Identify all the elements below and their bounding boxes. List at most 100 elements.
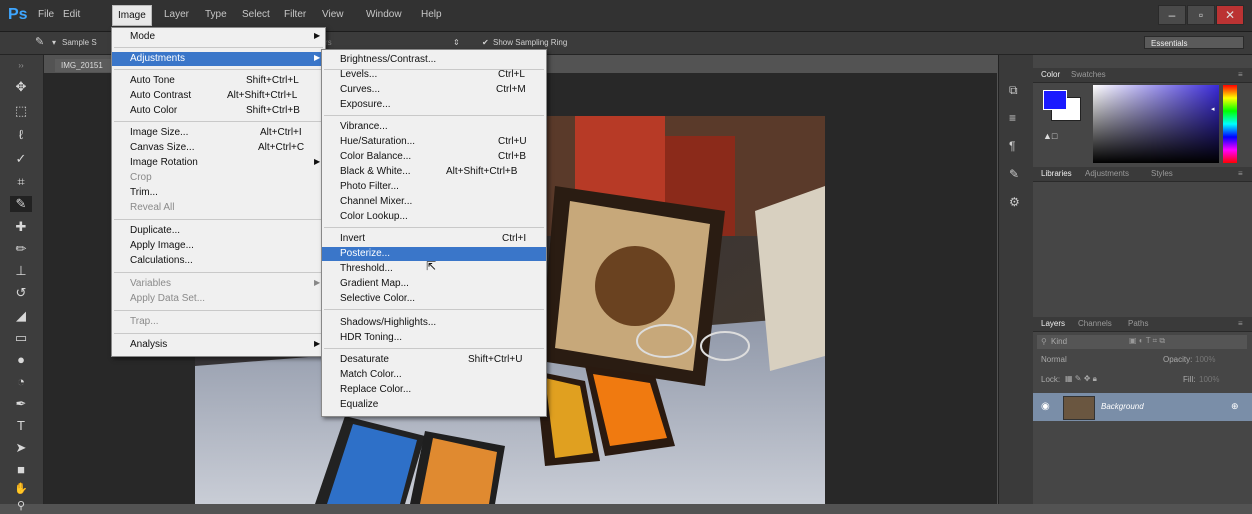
pen-tool-icon[interactable]: ✒ [10,396,32,412]
path-selection-tool-icon[interactable]: ➤ [10,440,32,456]
character-panel-icon[interactable]: ¶ [1009,139,1015,153]
layer-name[interactable]: Background [1101,402,1144,411]
menu-item-color-lookup[interactable]: Color Lookup... [322,210,546,224]
dodge-tool-icon[interactable]: ◔ [10,374,32,390]
menu-item-color-balance[interactable]: Color Balance... Ctrl+B [322,150,546,164]
menu-item-image-size[interactable]: Image Size... Alt+Ctrl+I [112,126,325,140]
menu-layer[interactable]: Layer [164,9,189,20]
crop-tool-icon[interactable]: ⌗ [10,174,32,190]
lasso-tool-icon[interactable]: ℓ [10,127,32,143]
workspace-select[interactable]: Essentials [1144,36,1244,49]
tab-paths[interactable]: Paths [1128,319,1148,328]
sample-size-label[interactable]: Sample S [62,38,97,47]
tab-adjustments[interactable]: Adjustments [1085,169,1129,178]
blend-mode-select[interactable]: Normal [1041,355,1067,364]
menu-item-apply-image[interactable]: Apply Image... [112,239,325,253]
menu-select[interactable]: Select [242,9,270,20]
menu-file[interactable]: File [38,9,54,20]
menu-view[interactable]: View [322,9,344,20]
tab-styles[interactable]: Styles [1151,169,1173,178]
panel-menu-icon[interactable]: ≡ [1238,70,1243,79]
menu-type[interactable]: Type [205,9,227,20]
tab-libraries[interactable]: Libraries [1041,169,1072,178]
gradient-tool-icon[interactable]: ▭ [10,330,32,346]
menu-item-invert[interactable]: Invert Ctrl+I [322,232,546,246]
visibility-eye-icon[interactable]: ◉ [1041,401,1050,412]
menu-image[interactable]: Image [112,5,152,26]
tool-preset-chevron-icon[interactable]: ▾ [52,38,56,47]
menu-item-selective-color[interactable]: Selective Color... [322,292,546,306]
menu-item-variables[interactable]: Variables ▶ [112,277,325,291]
menu-item-apply-data-set[interactable]: Apply Data Set... [112,292,325,306]
lock-icons[interactable]: ▦ ✎ ✥ 🔒︎ [1065,374,1097,384]
clone-stamp-tool-icon[interactable]: ⊥ [10,263,32,279]
menu-item-crop[interactable]: Crop [112,171,325,185]
checkbox-checked-icon[interactable]: ✔ [482,38,489,47]
menu-item-auto-color[interactable]: Auto Color Shift+Ctrl+B [112,104,325,118]
sample-select-tail[interactable]: rs [325,38,332,47]
menu-item-shadows-highlights[interactable]: Shadows/Highlights... [322,316,546,330]
menu-item-vibrance[interactable]: Vibrance... [322,120,546,134]
menu-item-threshold[interactable]: Threshold... ⇱ [322,259,546,276]
brush-tool-icon[interactable]: ✏ [10,241,32,257]
menu-item-replace-color[interactable]: Replace Color... [322,383,546,397]
menu-item-reveal-all[interactable]: Reveal All [112,201,325,215]
menu-item-duplicate[interactable]: Duplicate... [112,224,325,238]
quick-selection-tool-icon[interactable]: ✓ [10,151,32,167]
menu-item-adjustments[interactable]: Adjustments ▶ [112,52,325,66]
menu-item-mode[interactable]: Mode ▶ [112,30,325,44]
move-tool-icon[interactable]: ✥ [10,79,32,95]
menu-filter[interactable]: Filter [284,9,306,20]
healing-brush-tool-icon[interactable]: ✚ [10,219,32,235]
marquee-tool-icon[interactable]: ⬚ [10,103,32,119]
eraser-tool-icon[interactable]: ◢ [10,308,32,324]
close-icon[interactable]: ✕ [1216,5,1244,25]
menu-item-desaturate[interactable]: Desaturate Shift+Ctrl+U [322,353,546,367]
menu-item-auto-tone[interactable]: Auto Tone Shift+Ctrl+L [112,74,325,88]
menu-item-trim[interactable]: Trim... [112,186,325,200]
menu-item-match-color[interactable]: Match Color... [322,368,546,382]
tab-channels[interactable]: Channels [1078,319,1112,328]
menu-item-calculations[interactable]: Calculations... [112,254,325,268]
minimize-icon[interactable]: – [1158,5,1186,25]
tab-layers[interactable]: Layers [1041,319,1065,328]
menu-item-channel-mixer[interactable]: Channel Mixer... [322,195,546,209]
history-brush-tool-icon[interactable]: ↺ [10,285,32,301]
menu-item-photo-filter[interactable]: Photo Filter... [322,180,546,194]
menu-item-canvas-size[interactable]: Canvas Size... Alt+Ctrl+C [112,141,325,155]
eyedropper-tool-icon[interactable]: ✎ [10,196,32,212]
menu-item-image-rotation[interactable]: Image Rotation ▶ [112,156,325,170]
panel-menu-icon[interactable]: ≡ [1238,169,1243,178]
tab-color[interactable]: Color [1041,70,1060,79]
filter-icons[interactable]: ▣ ◐ T ⌗ ⧉ [1129,336,1165,346]
rectangle-tool-icon[interactable]: ■ [10,462,32,478]
collapse-icon[interactable]: ›› [10,58,32,74]
fill-value[interactable]: 100% [1199,375,1219,384]
menu-item-equalize[interactable]: Equalize [322,398,546,412]
menu-item-auto-contrast[interactable]: Auto Contrast Alt+Shift+Ctrl+L [112,89,325,103]
sample-select-chevron-icon[interactable]: ⇕ [453,38,460,47]
menu-help[interactable]: Help [421,9,442,20]
menu-item-brightness-contrast[interactable]: Brightness/Contrast... [322,53,546,67]
eyedropper-tool-icon[interactable]: ✎ [35,35,44,48]
menu-item-hue-saturation[interactable]: Hue/Saturation... Ctrl+U [322,135,546,149]
menu-item-levels[interactable]: Levels... Ctrl+L [322,68,546,82]
filter-kind-select[interactable]: Kind [1051,337,1067,346]
foreground-color-swatch[interactable] [1043,90,1067,110]
blur-tool-icon[interactable]: ● [10,352,32,368]
opacity-value[interactable]: 100% [1195,355,1215,364]
layer-row-background[interactable]: ◉ Background ⊕ [1033,393,1252,421]
menu-item-gradient-map[interactable]: Gradient Map... [322,277,546,291]
menu-item-exposure[interactable]: Exposure... [322,98,546,112]
history-panel-icon[interactable]: ⧉ [1009,83,1018,98]
panel-menu-icon[interactable]: ≡ [1238,319,1243,328]
color-picker-field[interactable] [1093,85,1219,163]
restore-icon[interactable]: ▫ [1187,5,1215,25]
menu-edit[interactable]: Edit [63,9,80,20]
menu-item-hdr-toning[interactable]: HDR Toning... [322,331,546,345]
menu-item-trap[interactable]: Trap... [112,315,325,329]
hand-tool-icon[interactable]: ✋ [10,481,32,497]
tab-swatches[interactable]: Swatches [1071,70,1106,79]
hue-slider[interactable] [1223,85,1237,163]
zoom-tool-icon[interactable]: ⚲ [10,498,32,514]
